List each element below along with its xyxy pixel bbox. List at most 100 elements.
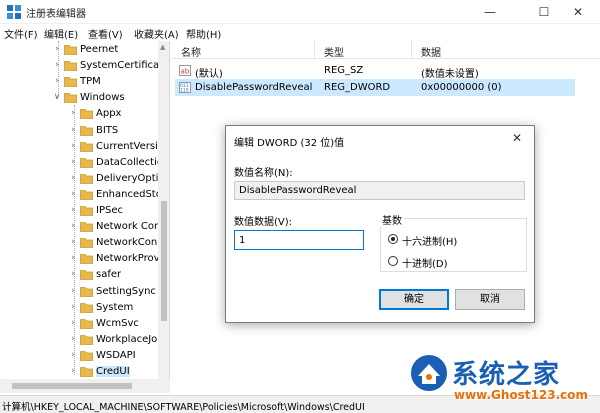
svg-text:110: 110 xyxy=(180,88,189,94)
tree-item-label: WSDAPI xyxy=(96,349,136,361)
chevron-right-icon[interactable]: › xyxy=(68,141,78,151)
tree-item[interactable]: › SettingSync xyxy=(0,284,158,300)
radio-decimal[interactable] xyxy=(388,256,398,266)
dialog-close-icon[interactable]: ✕ xyxy=(512,131,522,145)
scrollbar-thumb[interactable] xyxy=(12,383,132,389)
folder-icon xyxy=(80,157,93,168)
ok-button[interactable]: 确定 xyxy=(379,289,449,310)
watermark: 系统之家 www.Ghost123.com xyxy=(408,352,598,410)
radix-label: 基数 xyxy=(380,212,404,227)
chevron-right-icon[interactable]: › xyxy=(68,108,78,118)
tree-item[interactable]: › WorkplaceJo xyxy=(0,332,158,348)
tree-item-label: NetworkConn xyxy=(96,237,158,249)
value-data-label: 数值数据(V): xyxy=(234,217,293,228)
tree-item-label: EnhancedStor xyxy=(96,188,158,200)
folder-icon xyxy=(80,318,93,329)
chevron-right-icon[interactable]: › xyxy=(68,269,78,279)
tree-item[interactable]: › CurrentVersio xyxy=(0,139,158,155)
folder-icon xyxy=(80,286,93,297)
chevron-right-icon[interactable]: › xyxy=(68,318,78,328)
radio-hexadecimal[interactable] xyxy=(388,234,398,244)
tree-item[interactable]: › WSDAPI xyxy=(0,348,158,364)
menu-help[interactable]: 帮助(H) xyxy=(186,26,221,41)
svg-text:ab: ab xyxy=(181,68,190,76)
tree-item[interactable]: › Peernet xyxy=(0,42,158,58)
close-button[interactable]: ✕ xyxy=(556,0,600,24)
chevron-right-icon[interactable]: › xyxy=(52,76,62,86)
list-row-disablepasswordreveal[interactable]: 011 110 DisablePasswordReveal REG_DWORD … xyxy=(175,79,575,96)
tree-item[interactable]: › Appx xyxy=(0,106,158,122)
close-icon: ✕ xyxy=(572,5,584,19)
chevron-right-icon[interactable]: › xyxy=(68,350,78,360)
chevron-right-icon[interactable]: › xyxy=(52,60,62,70)
chevron-right-icon[interactable]: › xyxy=(68,253,78,263)
folder-icon xyxy=(80,270,93,281)
folder-icon xyxy=(80,109,93,120)
tree-item-label: SystemCertificate xyxy=(80,60,158,72)
tree-item[interactable]: › DataCollection xyxy=(0,155,158,171)
registry-editor-icon xyxy=(7,5,21,19)
column-header-data[interactable]: 数据 xyxy=(421,44,441,59)
tree-item[interactable]: › BITS xyxy=(0,123,158,139)
column-divider[interactable] xyxy=(411,41,412,59)
value-data-input[interactable] xyxy=(234,230,364,250)
scroll-up-icon[interactable]: ▲ xyxy=(160,43,165,51)
chevron-right-icon[interactable]: › xyxy=(68,302,78,312)
column-divider[interactable] xyxy=(314,41,315,59)
tree-item-label: DeliveryOptin xyxy=(96,172,158,184)
tree-item-label: Appx xyxy=(96,108,122,120)
tree-item[interactable]: › EnhancedStor xyxy=(0,187,158,203)
registry-tree[interactable]: ▲ › Peernet › SystemCertificate › TPM ∨ Windows… xyxy=(0,41,170,379)
radio-decimal-label[interactable]: 十进制(D) xyxy=(402,255,448,270)
tree-item[interactable]: › Network Con xyxy=(0,219,158,235)
list-row-default[interactable]: ab (默认) REG_SZ (数值未设置) xyxy=(175,62,575,80)
folder-icon xyxy=(80,254,93,265)
chevron-right-icon[interactable]: › xyxy=(68,366,78,376)
tree-vertical-scrollbar[interactable]: ▲ xyxy=(158,41,169,379)
menu-bar: 文件(F) 编辑(E) 查看(V) 收藏夹(A) 帮助(H) xyxy=(0,24,600,41)
tree-item[interactable]: › safer xyxy=(0,267,158,283)
tree-item[interactable]: › WcmSvc xyxy=(0,316,158,332)
chevron-right-icon[interactable]: › xyxy=(68,221,78,231)
folder-icon xyxy=(80,141,93,152)
menu-view[interactable]: 查看(V) xyxy=(88,26,123,41)
chevron-down-icon[interactable]: ∨ xyxy=(52,92,62,102)
menu-favorites[interactable]: 收藏夹(A) xyxy=(134,26,179,41)
chevron-right-icon[interactable]: › xyxy=(68,286,78,296)
tree-item-label: NetworkProv xyxy=(96,253,158,265)
chevron-right-icon[interactable]: › xyxy=(52,44,62,54)
tree-item[interactable]: › NetworkConn xyxy=(0,235,158,251)
menu-edit[interactable]: 编辑(E) xyxy=(44,26,78,41)
tree-item[interactable]: › DeliveryOptin xyxy=(0,171,158,187)
tree-item[interactable]: ∨ Windows xyxy=(0,90,158,106)
cancel-button[interactable]: 取消 xyxy=(455,289,525,310)
radio-hexadecimal-label[interactable]: 十六进制(H) xyxy=(402,233,457,248)
list-header: 名称 类型 数据 xyxy=(171,41,600,59)
column-header-type[interactable]: 类型 xyxy=(324,44,344,59)
folder-icon xyxy=(64,45,77,55)
tree-item[interactable]: › IPSec xyxy=(0,203,158,219)
chevron-right-icon[interactable]: › xyxy=(68,334,78,344)
menu-file[interactable]: 文件(F) xyxy=(4,26,38,41)
tree-item-label: CurrentVersio xyxy=(96,140,158,152)
minimize-button[interactable]: — xyxy=(468,0,512,24)
tree-item[interactable]: › CredUI xyxy=(0,364,158,379)
folder-icon xyxy=(80,334,93,345)
tree-horizontal-scrollbar[interactable] xyxy=(0,379,170,393)
edit-dword-dialog: 编辑 DWORD (32 位)值 ✕ 数值名称(N): DisablePassw… xyxy=(225,125,535,323)
chevron-right-icon[interactable]: › xyxy=(68,237,78,247)
tree-item-label: System xyxy=(96,301,134,313)
column-header-name[interactable]: 名称 xyxy=(181,44,201,59)
watermark-logo-icon xyxy=(409,353,449,393)
tree-item-label: IPSec xyxy=(96,205,123,216)
chevron-right-icon[interactable]: › xyxy=(68,157,78,167)
chevron-right-icon[interactable]: › xyxy=(68,125,78,135)
chevron-right-icon[interactable]: › xyxy=(68,205,78,215)
chevron-right-icon[interactable]: › xyxy=(68,189,78,199)
scrollbar-thumb[interactable] xyxy=(161,201,167,321)
tree-item[interactable]: › TPM xyxy=(0,74,158,90)
chevron-right-icon[interactable]: › xyxy=(68,173,78,183)
tree-item[interactable]: › System xyxy=(0,300,158,316)
tree-item[interactable]: › SystemCertificate xyxy=(0,58,158,74)
tree-item[interactable]: › NetworkProv xyxy=(0,251,158,267)
